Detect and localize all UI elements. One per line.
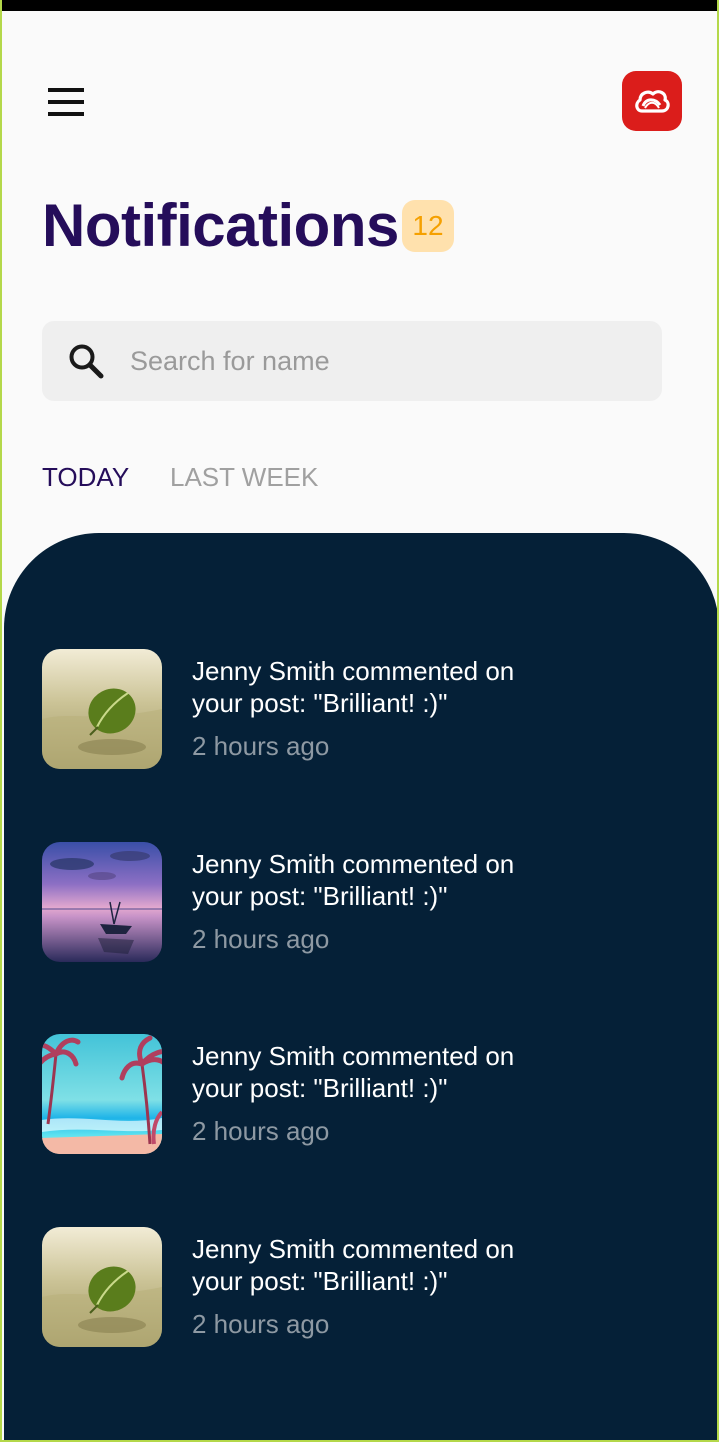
notification-count-badge: 12 bbox=[402, 200, 454, 252]
tropical-beach-thumbnail bbox=[42, 1034, 162, 1154]
notification-time: 2 hours ago bbox=[192, 1116, 330, 1146]
notification-time: 2 hours ago bbox=[192, 1309, 330, 1339]
notification-item[interactable]: Jenny Smith commented on your post: "Bri… bbox=[42, 649, 662, 769]
notification-message: Jenny Smith commented on your post: "Bri… bbox=[192, 1041, 515, 1103]
notification-item[interactable]: Jenny Smith commented on your post: "Bri… bbox=[42, 842, 662, 962]
page-title: Notifications bbox=[42, 192, 399, 259]
status-bar bbox=[2, 0, 717, 11]
search-input[interactable] bbox=[130, 321, 640, 401]
notification-time: 2 hours ago bbox=[192, 924, 330, 954]
notification-message: Jenny Smith commented on your post: "Bri… bbox=[192, 656, 515, 718]
hamburger-menu-icon[interactable] bbox=[40, 80, 92, 124]
notifications-panel: Jenny Smith commented on your post: "Bri… bbox=[4, 533, 717, 1440]
notifications-screen: Notifications 12 TODAY LAST WEEK bbox=[0, 0, 719, 1442]
tab-today[interactable]: TODAY bbox=[42, 460, 129, 494]
tab-last-week[interactable]: LAST WEEK bbox=[170, 460, 318, 494]
notification-item[interactable]: Jenny Smith commented on your post: "Bri… bbox=[42, 1227, 662, 1347]
search-icon bbox=[66, 341, 106, 381]
notification-time: 2 hours ago bbox=[192, 731, 330, 761]
boat-at-sunset-thumbnail bbox=[42, 842, 162, 962]
leaf-on-beach-thumbnail bbox=[42, 649, 162, 769]
notification-message: Jenny Smith commented on your post: "Bri… bbox=[192, 849, 515, 911]
notification-item[interactable]: Jenny Smith commented on your post: "Bri… bbox=[42, 1034, 662, 1154]
search-bar[interactable] bbox=[42, 321, 662, 401]
creative-cloud-logo[interactable] bbox=[622, 71, 682, 131]
notification-message: Jenny Smith commented on your post: "Bri… bbox=[192, 1234, 515, 1296]
leaf-on-beach-thumbnail bbox=[42, 1227, 162, 1347]
